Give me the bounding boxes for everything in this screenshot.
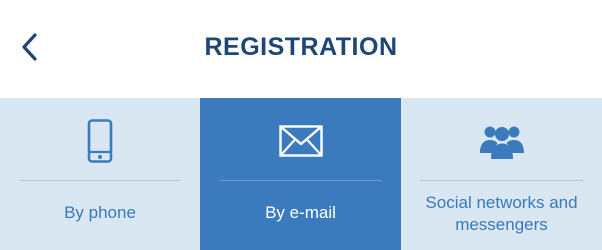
smartphone-icon <box>87 119 113 163</box>
tab-label: By phone <box>64 203 136 222</box>
header: REGISTRATION <box>0 0 602 98</box>
tab-label: By e-mail <box>265 203 336 222</box>
page-title: REGISTRATION <box>204 33 398 61</box>
registration-method-tabs: By phone By e-mail Social networks and m… <box>0 98 602 250</box>
tab-divider <box>19 180 181 181</box>
tab-social-networks[interactable]: Social networks and messengers <box>401 98 602 250</box>
tab-icon-wrapper <box>200 118 401 164</box>
envelope-icon <box>278 125 323 157</box>
tab-by-email[interactable]: By e-mail <box>200 98 401 250</box>
registration-screen: REGISTRATION By phone By e-mail Social n… <box>0 0 602 250</box>
tab-icon-wrapper <box>401 118 602 164</box>
tab-icon-wrapper <box>0 118 200 164</box>
tab-divider <box>420 180 583 181</box>
tab-by-phone[interactable]: By phone <box>0 98 200 250</box>
tab-label: Social networks and messengers <box>425 193 578 234</box>
users-icon <box>479 126 524 159</box>
tab-divider <box>219 180 382 181</box>
